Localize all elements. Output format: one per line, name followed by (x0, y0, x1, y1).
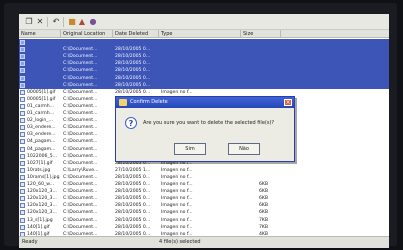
cell-date-deleted: 28/10/2005 0... (115, 174, 151, 180)
toolbar-separator (63, 17, 64, 27)
cell-name: 10rams[1].jpg (27, 174, 60, 180)
file-icon (20, 111, 25, 116)
file-icon (20, 96, 25, 102)
cell-date-deleted: 28/10/2005 0... (115, 54, 151, 60)
dialog-title-bar: Confirm Delete × (116, 97, 294, 108)
no-button[interactable]: Não (228, 143, 260, 155)
restore-icon[interactable]: ❐ (24, 17, 34, 26)
file-icon (20, 182, 25, 187)
cell-original-location: C:\Document... (63, 196, 98, 202)
cell-date-deleted: 28/10/2005 0... (115, 210, 151, 216)
yes-button[interactable]: Sim (174, 143, 206, 155)
file-icon (20, 61, 25, 67)
column-header-name[interactable]: Name (19, 30, 61, 38)
table-row[interactable]: C:\Document... 28/10/2005 0... (19, 53, 389, 61)
cell-size: 6KB (259, 210, 269, 216)
cell-original-location: C:\Document... (63, 139, 98, 145)
cell-name: 120x120_3... (27, 210, 57, 216)
file-icon (20, 68, 25, 74)
file-icon (20, 103, 25, 109)
selection-count: 4 file(s) selected (159, 239, 201, 245)
file-icon (20, 82, 25, 88)
cell-original-location: C:\Document... (63, 103, 98, 109)
file-icon (20, 89, 25, 95)
table-row[interactable]: 120x120_3... C:\Document... 28/10/2005 0..… (19, 209, 389, 216)
recycle-bin-window: ❐ ✕ ↶ ■ ▲ ● Name Original Location Date … (19, 14, 389, 248)
dialog-close-button[interactable]: × (284, 99, 292, 106)
monitor-bezel: ❐ ✕ ↶ ■ ▲ ● Name Original Location Date … (4, 3, 397, 248)
list-header: Name Original Location Date Deleted Type… (19, 30, 389, 38)
cell-original-location: C:\Document... (63, 89, 98, 95)
cell-name: 03_endere... (27, 125, 56, 131)
dialog-app-icon (119, 99, 127, 106)
file-icon (20, 139, 25, 145)
cell-original-location: C:\Document... (63, 174, 98, 180)
file-icon (20, 153, 25, 159)
file-icon (20, 160, 25, 166)
file-icon (20, 47, 25, 53)
file-icon (20, 54, 25, 60)
cell-name: 1027[1].gif (27, 160, 53, 166)
cell-date-deleted: 28/10/2005 0... (115, 89, 151, 95)
file-icon (20, 189, 25, 195)
cell-original-location: C:\Document... (63, 125, 98, 131)
cell-type: Imagen no f... (161, 196, 193, 202)
file-icon (20, 146, 25, 152)
table-row[interactable]: 00005[1].gif C:\Document... 28/10/2005 0..… (19, 89, 389, 96)
cell-name: 04_pagam... (27, 139, 56, 145)
cell-original-location: C:\Document... (63, 54, 98, 60)
close-icon[interactable]: ✕ (35, 17, 45, 26)
table-row[interactable]: C:\Document... 28/10/2005 0... (19, 67, 389, 75)
toolbar: ❐ ✕ ↶ ■ ▲ ● (19, 14, 389, 30)
toolbar-separator (47, 17, 48, 27)
folder-icon[interactable]: ■ (67, 17, 77, 26)
recycle-icon[interactable]: ▲ (77, 17, 87, 26)
file-icon (20, 203, 25, 209)
column-header-original-location[interactable]: Original Location (61, 30, 113, 38)
column-header-date-deleted[interactable]: Date Deleted (113, 30, 159, 38)
file-icon (20, 75, 25, 81)
column-header-filler (281, 30, 389, 38)
cell-name: 00005[1].gif (27, 89, 56, 95)
cell-type: Imagen no f... (161, 89, 193, 95)
cell-date-deleted: 28/10/2005 0... (115, 68, 151, 74)
cell-date-deleted: 28/10/2005 0... (115, 196, 151, 202)
file-icon (20, 174, 25, 180)
file-icon (20, 118, 25, 124)
question-icon: ? (125, 117, 137, 129)
file-icon (20, 167, 25, 173)
file-icon (20, 132, 25, 138)
file-icon (20, 40, 25, 45)
file-icon (20, 125, 25, 131)
restore-arrow-icon[interactable]: ↶ (51, 17, 61, 26)
cell-name: 120x120_3... (27, 196, 57, 202)
file-icon (20, 210, 25, 216)
dialog-message: Are you sure you want to delete the sele… (143, 120, 275, 126)
column-header-size[interactable]: Size (241, 30, 281, 38)
status-bar: Ready 4 file(s) selected (19, 236, 389, 248)
cell-name: 01_carmh... (27, 103, 55, 109)
confirm-delete-dialog: Confirm Delete × ? Are you sure you want… (115, 96, 295, 162)
status-text: Ready (22, 239, 38, 245)
dialog-title: Confirm Delete (130, 99, 168, 105)
cell-original-location: C:\Document... (63, 68, 98, 74)
cell-original-location: C:\Document... (63, 160, 98, 166)
table-row[interactable]: 10rams[1].jpg C:\Document... 28/10/2005 0.… (19, 174, 389, 181)
properties-icon[interactable]: ● (88, 17, 98, 26)
cell-original-location: C:\Document... (63, 210, 98, 216)
file-icon (20, 217, 25, 223)
cell-size: 6KB (259, 196, 269, 202)
file-icon (20, 196, 25, 202)
column-header-type[interactable]: Type (159, 30, 241, 38)
cell-type: Imagen no f... (161, 174, 193, 180)
file-icon (20, 224, 25, 230)
cell-type: Imagen no f... (161, 210, 193, 216)
table-row[interactable]: 120x120_3... C:\Document... 28/10/2005 0..… (19, 195, 389, 202)
